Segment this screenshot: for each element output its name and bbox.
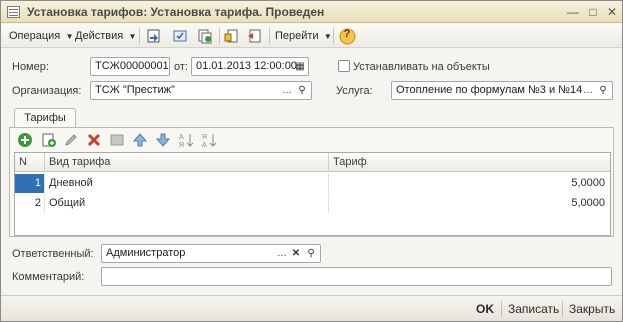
- toolbar-divider: [333, 28, 334, 44]
- window-title: Установка тарифов: Установка тарифа. Про…: [27, 5, 325, 19]
- column-header-tariff-type[interactable]: Вид тарифа: [45, 153, 329, 172]
- organization-value: ТСЖ "Престиж": [95, 84, 175, 96]
- movements-icon[interactable]: [223, 27, 241, 45]
- tariff-type-cell[interactable]: Общий: [45, 194, 329, 213]
- chevron-down-icon: ▼: [63, 32, 74, 41]
- minimize-icon[interactable]: —: [565, 4, 581, 20]
- title-bar: Установка тарифов: Установка тарифа. Про…: [1, 1, 622, 23]
- toolbar-divider: [139, 28, 140, 44]
- operation-menu[interactable]: Операция ▼: [9, 28, 73, 44]
- svg-text:Я: Я: [179, 142, 184, 148]
- chevron-down-icon: ▼: [126, 32, 137, 41]
- organization-field[interactable]: ТСЖ "Престиж" … ⚲: [90, 81, 312, 100]
- clear-icon[interactable]: ✕: [289, 246, 303, 261]
- search-icon[interactable]: ⚲: [304, 246, 318, 261]
- service-field[interactable]: Отопление по формулам №3 и №14 … ⚲: [391, 81, 613, 100]
- apply-to-objects-label: Устанавливать на объекты: [353, 61, 490, 73]
- apply-to-objects-checkbox[interactable]: [338, 60, 350, 72]
- move-up-icon[interactable]: [132, 132, 148, 148]
- toolbar-divider: [269, 28, 270, 44]
- document-window: Установка тарифов: Установка тарифа. Про…: [0, 0, 623, 322]
- comment-field[interactable]: [101, 267, 612, 286]
- select-ellipsis-icon[interactable]: …: [275, 246, 289, 261]
- toolbar: Операция ▼ Действия ▼ Перейти ▼ ?: [1, 24, 622, 48]
- toolbar-divider: [219, 28, 220, 44]
- date-from-label: от:: [174, 61, 188, 73]
- tariff-value-cell[interactable]: 5,0000: [329, 174, 610, 193]
- post-and-close-icon[interactable]: [145, 27, 163, 45]
- number-field[interactable]: ТСЖ00000001: [90, 57, 170, 76]
- service-value: Отопление по формулам №3 и №14: [396, 84, 583, 96]
- footer-divider: [562, 301, 563, 317]
- select-ellipsis-icon[interactable]: …: [581, 83, 595, 98]
- row-number-cell: 1: [15, 174, 45, 193]
- date-value: 01.01.2013 12:00:00: [196, 60, 297, 72]
- comment-label: Комментарий:: [12, 271, 85, 283]
- svg-text:A: A: [202, 142, 207, 148]
- svg-text:A: A: [179, 134, 184, 141]
- edit-row-icon[interactable]: [63, 132, 79, 148]
- structure-icon[interactable]: [246, 27, 264, 45]
- column-header-n[interactable]: N: [15, 153, 45, 172]
- footer-divider: [501, 301, 502, 317]
- tab-tariffs[interactable]: Тарифы: [14, 108, 76, 127]
- tariff-type-cell[interactable]: Дневной: [45, 174, 329, 193]
- help-icon: ?: [343, 28, 351, 40]
- end-edit-icon[interactable]: [109, 132, 125, 148]
- close-icon[interactable]: ✕: [604, 4, 620, 20]
- goto-menu[interactable]: Перейти ▼: [275, 28, 332, 44]
- sort-descending-icon[interactable]: ЯA: [201, 132, 217, 148]
- search-icon[interactable]: ⚲: [295, 83, 309, 98]
- delete-row-icon[interactable]: [86, 132, 102, 148]
- copy-row-icon[interactable]: [41, 132, 57, 148]
- service-label: Услуга:: [336, 85, 373, 97]
- search-icon[interactable]: ⚲: [596, 83, 610, 98]
- row-number-cell: 2: [15, 194, 45, 213]
- responsible-label: Ответственный:: [12, 248, 94, 260]
- chevron-down-icon: ▼: [321, 32, 332, 41]
- close-button[interactable]: Закрыть: [569, 301, 615, 317]
- save-button[interactable]: Записать: [508, 301, 559, 317]
- responsible-value: Администратор: [106, 247, 186, 259]
- calendar-icon[interactable]: ▦: [293, 59, 307, 74]
- column-header-tariff[interactable]: Тариф: [329, 153, 610, 172]
- actions-menu-label: Действия: [75, 30, 124, 42]
- move-down-icon[interactable]: [155, 132, 171, 148]
- sort-ascending-icon[interactable]: AЯ: [178, 132, 194, 148]
- table-row[interactable]: 2 Общий 5,0000: [15, 194, 610, 213]
- copy-icon[interactable]: [196, 27, 214, 45]
- maximize-icon[interactable]: □: [585, 4, 601, 20]
- organization-label: Организация:: [12, 85, 82, 97]
- document-icon: [7, 6, 20, 18]
- help-button[interactable]: ?: [338, 27, 356, 45]
- date-field[interactable]: 01.01.2013 12:00:00 ▦: [191, 57, 309, 76]
- select-ellipsis-icon[interactable]: …: [280, 83, 294, 98]
- svg-text:Я: Я: [202, 134, 207, 141]
- table-row[interactable]: 1 Дневной 5,0000: [15, 174, 610, 193]
- tariff-value-cell[interactable]: 5,0000: [329, 194, 610, 213]
- number-label: Номер:: [12, 61, 49, 73]
- operation-menu-label: Операция: [9, 30, 61, 42]
- goto-menu-label: Перейти: [275, 30, 319, 42]
- table-header: N Вид тарифа Тариф: [15, 153, 610, 172]
- actions-menu[interactable]: Действия ▼: [75, 28, 136, 44]
- footer-bar: OK Записать Закрыть: [1, 295, 622, 321]
- responsible-field[interactable]: Администратор … ✕ ⚲: [101, 244, 321, 263]
- tariffs-table: N Вид тарифа Тариф 1 Дневной 5,0000 2 Об…: [14, 152, 611, 236]
- save-icon[interactable]: [171, 27, 189, 45]
- add-row-icon[interactable]: [17, 132, 33, 148]
- ok-button[interactable]: OK: [476, 301, 494, 317]
